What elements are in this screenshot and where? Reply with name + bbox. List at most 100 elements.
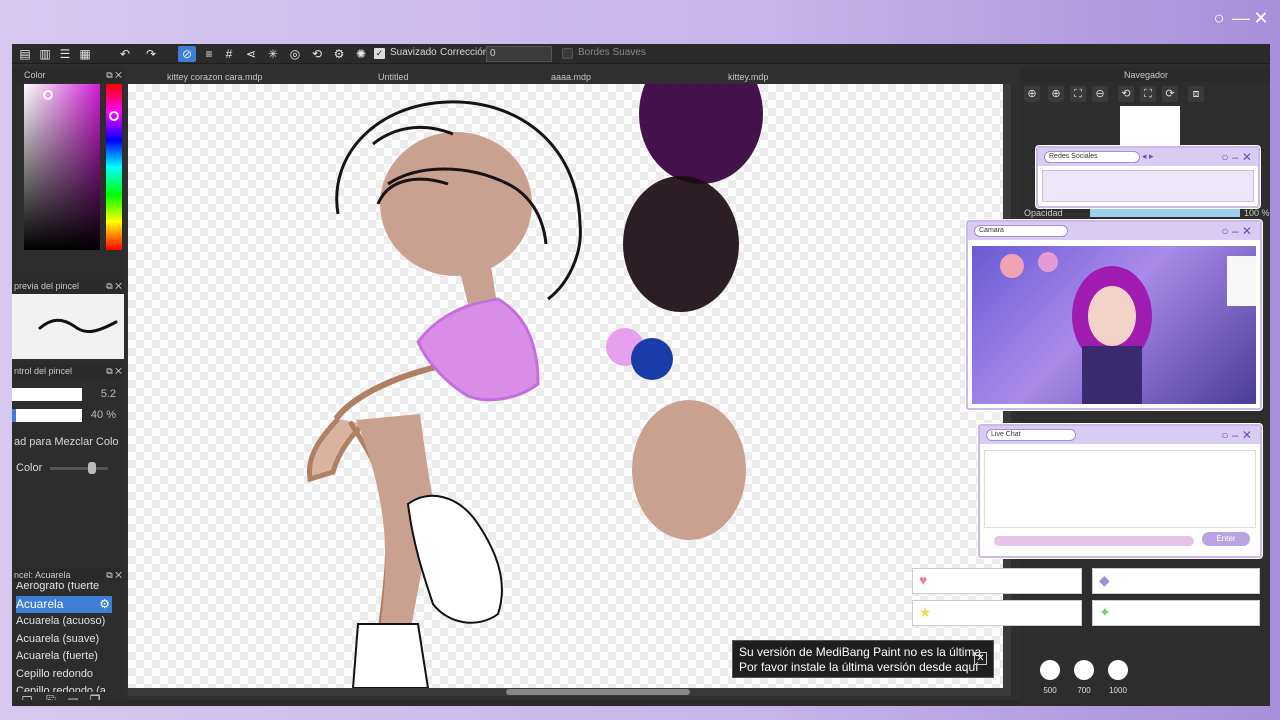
- parallel-snap-icon[interactable]: ≡: [200, 46, 218, 62]
- tab-kittey[interactable]: kittey.mdp: [728, 70, 768, 84]
- panel-controls-icon[interactable]: ⧉ ✕: [106, 364, 122, 378]
- correction-select[interactable]: 0: [486, 46, 552, 62]
- hue-slider-handle[interactable]: [109, 111, 119, 121]
- brush-item[interactable]: Acuarela (fuerte): [16, 648, 112, 665]
- shirt: [416, 297, 540, 402]
- star-icon: ★: [919, 604, 932, 620]
- chat-enter-button[interactable]: Enter: [1202, 532, 1250, 546]
- list-icon[interactable]: ☰: [56, 46, 74, 62]
- brush-item[interactable]: Cepillo redondo (a: [16, 683, 112, 692]
- snap-off-icon[interactable]: ⊘: [178, 46, 196, 62]
- social-slot-heart[interactable]: ♥: [912, 568, 1082, 594]
- brush-size-value[interactable]: 5.2: [86, 388, 116, 401]
- correction-label: Corrección: [440, 47, 489, 58]
- title-bar: ○ — ✕: [0, 0, 1280, 36]
- brush-preview-header: previa del pincel ⧉ ✕: [12, 279, 124, 293]
- brush-size-1000[interactable]: [1108, 660, 1128, 680]
- gear-icon[interactable]: ⚙: [99, 596, 110, 613]
- menu-icon[interactable]: ▤: [16, 46, 34, 62]
- camera-window-controls-icon[interactable]: ○ – ✕: [1221, 224, 1252, 238]
- chat-window-controls-icon[interactable]: ○ – ✕: [1221, 428, 1252, 442]
- zoom-in-2-icon[interactable]: ⊕: [1048, 86, 1064, 102]
- paint-blob-dark: [623, 176, 739, 312]
- shoe: [406, 494, 503, 624]
- tab-aaaa[interactable]: aaaa.mdp: [551, 70, 591, 84]
- checkbox-smoothing[interactable]: ✓: [374, 48, 385, 59]
- panel-controls-icon[interactable]: ⧉ ✕: [106, 279, 122, 293]
- tab-untitled[interactable]: Untitled: [378, 70, 409, 84]
- tab-kittey-corazon[interactable]: kittey corazon cara.mdp: [167, 70, 263, 84]
- radial-snap-icon[interactable]: ✳: [264, 46, 282, 62]
- live-chat-widget: Live Chat ○ – ✕ Enter: [978, 424, 1262, 558]
- flip-icon[interactable]: ⛶: [1140, 86, 1156, 102]
- horizontal-scrollbar[interactable]: [128, 688, 1011, 696]
- brush-size-700[interactable]: [1074, 660, 1094, 680]
- zoom-in-icon[interactable]: ⊕: [1024, 86, 1040, 102]
- color-picker-cursor[interactable]: [43, 90, 53, 100]
- social-slot-gem[interactable]: ✦: [1092, 600, 1260, 626]
- rotate-right-icon[interactable]: ⟳: [1162, 86, 1178, 102]
- rotate-left-icon[interactable]: ⟲: [1118, 86, 1134, 102]
- opacity-label: Opacidad: [1024, 208, 1063, 218]
- grid-snap-icon[interactable]: #: [220, 46, 238, 62]
- undo-icon[interactable]: ↶: [116, 46, 134, 62]
- horizontal-scrollbar-thumb[interactable]: [506, 689, 690, 695]
- soft-edges-label: Bordes Suaves: [578, 47, 646, 58]
- perspective-snap-icon[interactable]: ⋖: [242, 46, 260, 62]
- brush-size-slider[interactable]: [12, 388, 82, 401]
- social-widget-title: Redes Sociales: [1044, 151, 1140, 163]
- brush-list: Aerógrafo (fuerte Acuarela ⚙ Acuarela (a…: [12, 582, 124, 692]
- chat-widget-title: Live Chat: [986, 429, 1076, 441]
- brush-item-label: Acuarela: [16, 597, 64, 611]
- brush-panel-header: ncel: Acuarela ⧉ ✕: [12, 568, 124, 582]
- hue-slider[interactable]: [106, 84, 122, 250]
- panel-controls-icon[interactable]: ⧉ ✕: [106, 568, 122, 582]
- brush-size-label: 500: [1043, 686, 1057, 695]
- camera-feed: [972, 246, 1256, 404]
- brush-opacity-slider[interactable]: [12, 409, 82, 422]
- circle-snap-icon[interactable]: ◎: [286, 46, 304, 62]
- drawing-canvas[interactable]: [128, 84, 1003, 688]
- social-slot-star[interactable]: ★: [912, 600, 1082, 626]
- navigator-title: Navegador: [1123, 70, 1169, 80]
- minimize-icon[interactable]: —: [1232, 9, 1250, 27]
- zoom-out-icon[interactable]: ⊖: [1092, 86, 1108, 102]
- chat-input[interactable]: [994, 536, 1194, 546]
- panel-controls-icon[interactable]: ⧉ ✕: [106, 68, 122, 82]
- layers-icon[interactable]: ▥: [36, 46, 54, 62]
- brush-item[interactable]: Acuarela (suave): [16, 631, 112, 648]
- brush-item[interactable]: Cepillo redondo: [16, 666, 112, 683]
- redo-icon[interactable]: ↷: [142, 46, 160, 62]
- notification-line-1: Su versión de MediBang Paint no es la úl…: [739, 645, 982, 659]
- fit-icon[interactable]: ⛶: [1070, 86, 1086, 102]
- brush-size-label: 1000: [1109, 686, 1127, 695]
- brush-opacity-value[interactable]: 40 %: [86, 409, 116, 422]
- social-nav-icon[interactable]: ◂ ▸: [1142, 151, 1154, 162]
- close-icon[interactable]: ✕: [1252, 9, 1270, 27]
- camera-widget-title: Camara: [974, 225, 1068, 237]
- update-notification[interactable]: Su versión de MediBang Paint no es la úl…: [732, 640, 994, 678]
- paint-blob-purple: [639, 84, 763, 184]
- social-window-controls-icon[interactable]: ○ – ✕: [1221, 150, 1252, 164]
- curve-snap-icon[interactable]: ⟲: [308, 46, 326, 62]
- brush-size-label: 700: [1077, 686, 1091, 695]
- reset-icon[interactable]: ⧈: [1188, 86, 1204, 102]
- grid-icon[interactable]: ▦: [76, 46, 94, 62]
- close-notification-icon[interactable]: ✕: [974, 652, 987, 665]
- brush-preview-title: previa del pincel: [14, 281, 80, 291]
- brush-item[interactable]: Acuarela (acuoso): [16, 613, 112, 630]
- brush-size-500[interactable]: [1040, 660, 1060, 680]
- opacity-slider[interactable]: [1090, 208, 1240, 217]
- settings-icon[interactable]: ✺: [352, 46, 370, 62]
- social-widget-bar: Redes Sociales ◂ ▸ ○ – ✕: [1038, 148, 1258, 166]
- color-picker-box[interactable]: [24, 84, 100, 250]
- ruler-icon[interactable]: ⚙: [330, 46, 348, 62]
- restore-icon[interactable]: ○: [1210, 9, 1228, 27]
- brush-item[interactable]: Aerógrafo (fuerte: [16, 582, 112, 595]
- color-mix-slider-handle[interactable]: [88, 462, 96, 474]
- brush-control-title: ntrol del pincel: [14, 366, 73, 376]
- social-slot-diamond[interactable]: ◆: [1092, 568, 1260, 594]
- brush-item-selected[interactable]: Acuarela ⚙: [16, 596, 112, 613]
- soft-edges-checkbox[interactable]: [562, 48, 573, 59]
- color-mix-slider[interactable]: [50, 467, 108, 470]
